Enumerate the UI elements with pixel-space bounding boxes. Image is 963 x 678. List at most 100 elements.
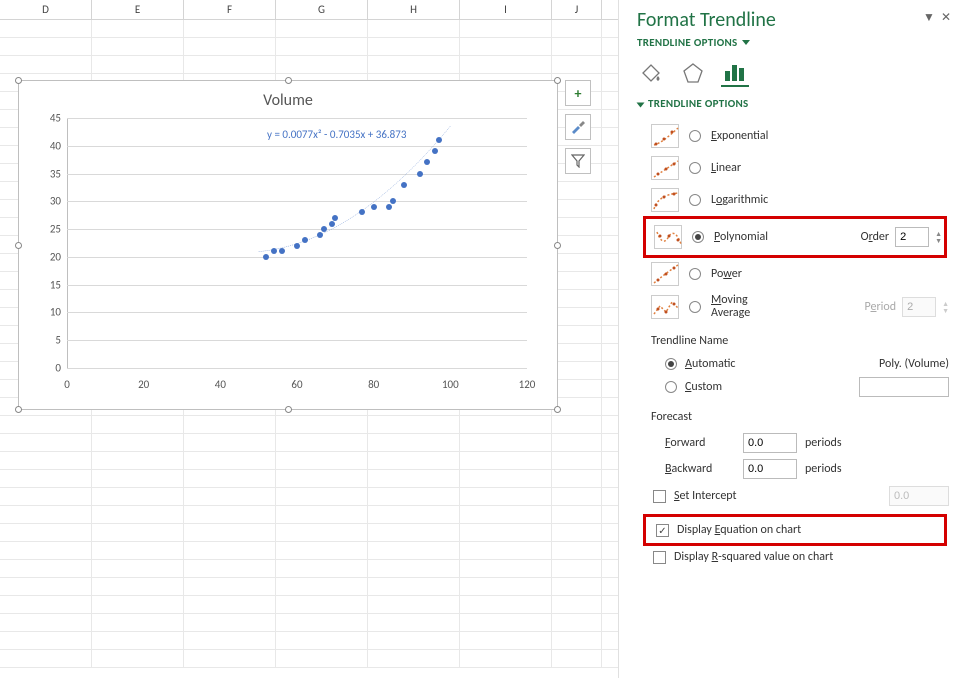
radio-moving-average[interactable] — [689, 301, 701, 313]
forecast-forward-row: Forward periods — [637, 430, 949, 456]
moving-avg-thumb-icon — [651, 295, 679, 319]
name-custom-row[interactable]: Custom — [637, 374, 949, 400]
embedded-chart[interactable]: Volume y = 0.0077x² - 0.7035x + 36.873 0… — [18, 80, 558, 410]
radio-exponential[interactable] — [689, 130, 701, 142]
backward-input[interactable] — [743, 459, 797, 479]
checkbox-display-equation[interactable]: ✓ — [656, 524, 669, 537]
paintbrush-icon — [570, 119, 586, 135]
effects-tab[interactable] — [679, 59, 707, 87]
order-input[interactable] — [895, 227, 929, 247]
radio-linear[interactable] — [689, 162, 701, 174]
label-logarithmic: Logarithmic — [711, 193, 768, 207]
logarithmic-thumb-icon — [651, 188, 679, 212]
chart-plot-area[interactable]: y = 0.0077x² - 0.7035x + 36.873 05101520… — [67, 118, 527, 368]
label-backward: Backward — [665, 462, 735, 476]
option-polynomial[interactable]: Polynomial Order ▲▼ — [648, 221, 942, 253]
pentagon-icon — [681, 61, 705, 85]
label-forward: Forward — [665, 436, 735, 450]
panel-window-controls: ▼ ✕ — [923, 10, 951, 25]
section-trendline-options[interactable]: TRENDLINE OPTIONS — [637, 97, 949, 110]
col-header[interactable]: D — [0, 0, 92, 19]
chart-title[interactable]: Volume — [19, 81, 557, 114]
trendline-options-tab[interactable] — [721, 59, 749, 87]
exponential-thumb-icon — [651, 124, 679, 148]
radio-power[interactable] — [689, 268, 701, 280]
col-header[interactable]: G — [276, 0, 368, 19]
panel-scope-dropdown[interactable]: TRENDLINE OPTIONS — [637, 36, 750, 49]
unit-backward: periods — [805, 462, 842, 476]
column-headers: D E F G H I J — [0, 0, 618, 20]
resize-handle[interactable] — [554, 242, 561, 249]
panel-title: Format Trendline — [637, 8, 949, 32]
trendline-auto-name: Poly. (Volume) — [879, 357, 949, 371]
bar-chart-icon — [723, 61, 747, 83]
resize-handle[interactable] — [285, 406, 292, 413]
radio-name-automatic[interactable] — [665, 358, 677, 370]
highlight-polynomial: Polynomial Order ▲▼ — [643, 216, 947, 258]
col-header[interactable]: I — [460, 0, 552, 19]
radio-logarithmic[interactable] — [689, 194, 701, 206]
period-stepper: ▲▼ — [942, 300, 949, 314]
order-stepper[interactable]: ▲▼ — [935, 230, 942, 244]
panel-scope-label: TRENDLINE OPTIONS — [637, 36, 738, 49]
col-header[interactable]: J — [552, 0, 602, 19]
radio-polynomial[interactable] — [692, 231, 704, 243]
display-equation-row[interactable]: ✓ Display Equation on chart — [648, 519, 942, 541]
resize-handle[interactable] — [285, 77, 292, 84]
label-linear: Linear — [711, 161, 741, 175]
spreadsheet-area: D E F G H I J Volume y = 0.0077x² - 0.70… — [0, 0, 618, 678]
linear-thumb-icon — [651, 156, 679, 180]
col-header[interactable]: E — [92, 0, 184, 19]
label-polynomial: Polynomial — [714, 230, 768, 244]
close-button[interactable]: ✕ — [941, 10, 951, 25]
forecast-backward-row: Backward periods — [637, 456, 949, 482]
section-label: TRENDLINE OPTIONS — [648, 97, 749, 110]
label-power: Power — [711, 267, 742, 281]
label-display-equation: Display Equation on chart — [677, 523, 801, 537]
panel-dropdown-arrow-icon[interactable]: ▼ — [923, 10, 935, 25]
paint-bucket-icon — [639, 61, 663, 85]
option-moving-average[interactable]: MovingAverage Period ▲▼ — [637, 290, 949, 324]
chevron-down-icon — [742, 40, 750, 45]
custom-name-input[interactable] — [859, 377, 949, 397]
label-exponential: Exponential — [711, 129, 768, 143]
col-header[interactable]: H — [368, 0, 460, 19]
resize-handle[interactable] — [15, 242, 22, 249]
forward-input[interactable] — [743, 433, 797, 453]
checkbox-display-r2[interactable] — [653, 551, 666, 564]
label-set-intercept: Set Intercept — [674, 489, 737, 503]
option-linear[interactable]: Linear — [637, 152, 949, 184]
unit-forward: periods — [805, 436, 842, 450]
resize-handle[interactable] — [15, 406, 22, 413]
panel-tab-icons — [637, 59, 949, 87]
name-automatic-row[interactable]: Automatic Poly. (Volume) — [637, 354, 949, 374]
option-exponential[interactable]: Exponential — [637, 120, 949, 152]
forecast-header: Forecast — [651, 410, 949, 424]
funnel-icon — [571, 154, 585, 168]
resize-handle[interactable] — [554, 77, 561, 84]
resize-handle[interactable] — [15, 77, 22, 84]
format-trendline-panel: ▼ ✕ Format Trendline TRENDLINE OPTIONS — [618, 0, 963, 678]
period-label: Period — [865, 300, 897, 314]
power-thumb-icon — [651, 262, 679, 286]
label-moving-average: MovingAverage — [711, 294, 750, 320]
trendline-name-header: Trendline Name — [651, 334, 949, 348]
resize-handle[interactable] — [554, 406, 561, 413]
radio-name-custom[interactable] — [665, 381, 677, 393]
col-header[interactable]: F — [184, 0, 276, 19]
chart-add-element-button[interactable]: + — [565, 80, 591, 106]
checkbox-set-intercept[interactable] — [653, 490, 666, 503]
x-axis-labels: 020406080100120 — [67, 378, 527, 396]
set-intercept-row[interactable]: Set Intercept — [637, 482, 949, 510]
option-logarithmic[interactable]: Logarithmic — [637, 184, 949, 216]
option-power[interactable]: Power — [637, 258, 949, 290]
display-r2-row[interactable]: Display R-squared value on chart — [637, 546, 949, 568]
highlight-display-equation: ✓ Display Equation on chart — [643, 514, 947, 546]
chart-style-button[interactable] — [565, 114, 591, 140]
polynomial-thumb-icon — [654, 225, 682, 249]
chart-filter-button[interactable] — [565, 148, 591, 174]
order-label: Order — [861, 230, 889, 244]
fill-line-tab[interactable] — [637, 59, 665, 87]
label-name-custom: Custom — [685, 380, 722, 394]
expand-icon — [637, 102, 645, 107]
